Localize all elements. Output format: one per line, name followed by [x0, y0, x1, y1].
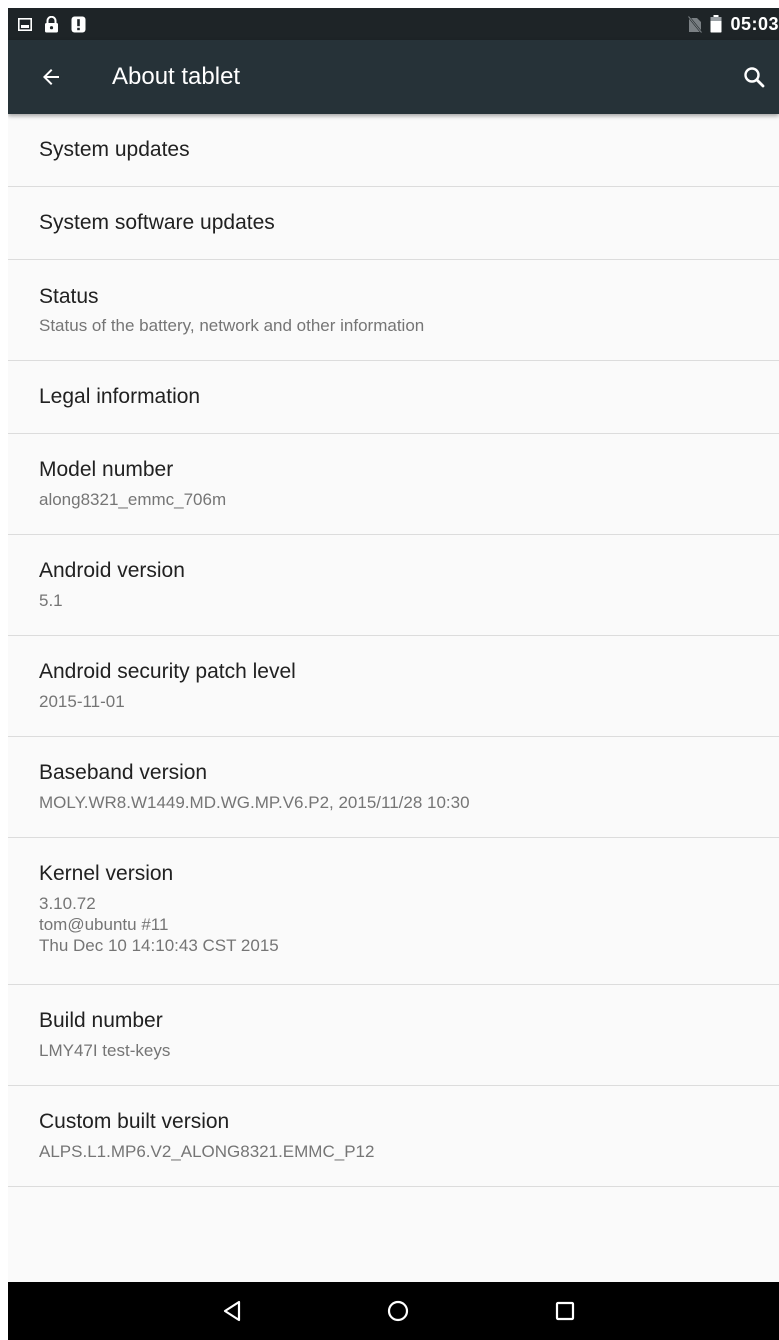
app-bar: About tablet [8, 40, 779, 114]
list-item-build-number[interactable]: Build number LMY47I test-keys [8, 985, 779, 1086]
list-item-subtitle: 2015-11-01 [39, 692, 125, 711]
back-triangle-icon [223, 1300, 241, 1322]
status-bar-system: 05:03 [688, 14, 779, 35]
page-title: About tablet [112, 63, 241, 90]
list-item-title: Custom built version [39, 1110, 230, 1133]
list-item-title: Legal information [39, 385, 201, 408]
battery-icon [710, 15, 722, 33]
lock-icon [44, 15, 59, 33]
list-item-title: Baseband version [39, 761, 208, 784]
about-settings-list: System updates System software updates S… [8, 114, 779, 1187]
list-item-title: Kernel version [39, 862, 174, 885]
list-item-android-version[interactable]: Android version 5.1 [8, 535, 779, 636]
list-item-title: Build number [39, 1009, 163, 1032]
list-item-subtitle: LMY47I test-keys [39, 1041, 171, 1060]
search-button[interactable] [739, 62, 769, 92]
list-item-subtitle: 5.1 [39, 591, 63, 610]
list-item-legal-information[interactable]: Legal information [8, 361, 779, 434]
list-item-title: Android version [39, 559, 185, 582]
list-item-title: System software updates [39, 211, 275, 234]
list-item-subtitle: MOLY.WR8.W1449.MD.WG.MP.V6.P2, 2015/11/2… [39, 793, 470, 812]
navigation-bar [8, 1282, 779, 1340]
list-item-custom-built-version[interactable]: Custom built version ALPS.L1.MP6.V2_ALON… [8, 1086, 779, 1187]
list-item-title: System updates [39, 138, 190, 161]
nav-back-button[interactable] [215, 1296, 249, 1326]
list-item-subtitle: Status of the battery, network and other… [39, 316, 425, 335]
arrow-left-icon [43, 69, 59, 85]
no-sim-icon [688, 15, 703, 33]
list-item-model-number[interactable]: Model number along8321_emmc_706m [8, 434, 779, 535]
status-time: 05:03 [730, 13, 779, 34]
list-item-title: Status [39, 285, 99, 308]
recents-square-icon [555, 1301, 575, 1321]
list-item-subtitle: along8321_emmc_706m [39, 490, 227, 509]
home-circle-icon [387, 1300, 409, 1322]
list-item-subtitle: 3.10.72 tom@ubuntu #11 Thu Dec 10 14:10:… [39, 894, 279, 955]
status-bar: 05:03 [8, 8, 779, 40]
list-item-title: Android security patch level [39, 660, 296, 683]
android-screen: 05:03 About tablet System updates System… [8, 8, 779, 1340]
list-item-baseband-version[interactable]: Baseband version MOLY.WR8.W1449.MD.WG.MP… [8, 737, 779, 838]
list-item-status[interactable]: Status Status of the battery, network an… [8, 260, 779, 361]
list-item-system-software-updates[interactable]: System software updates [8, 187, 779, 260]
alert-icon [71, 16, 86, 33]
image-notification-icon [18, 17, 32, 31]
list-item-title: Model number [39, 458, 174, 481]
search-icon [744, 67, 765, 88]
back-button[interactable] [36, 61, 66, 93]
list-item-system-updates[interactable]: System updates [8, 114, 779, 187]
nav-recents-button[interactable] [548, 1296, 582, 1326]
list-item-security-patch-level[interactable]: Android security patch level 2015-11-01 [8, 636, 779, 737]
list-item-subtitle: ALPS.L1.MP6.V2_ALONG8321.EMMC_P12 [39, 1142, 375, 1161]
status-bar-notifications [18, 15, 86, 33]
list-item-kernel-version[interactable]: Kernel version 3.10.72 tom@ubuntu #11 Th… [8, 838, 779, 985]
nav-home-button[interactable] [381, 1296, 415, 1326]
